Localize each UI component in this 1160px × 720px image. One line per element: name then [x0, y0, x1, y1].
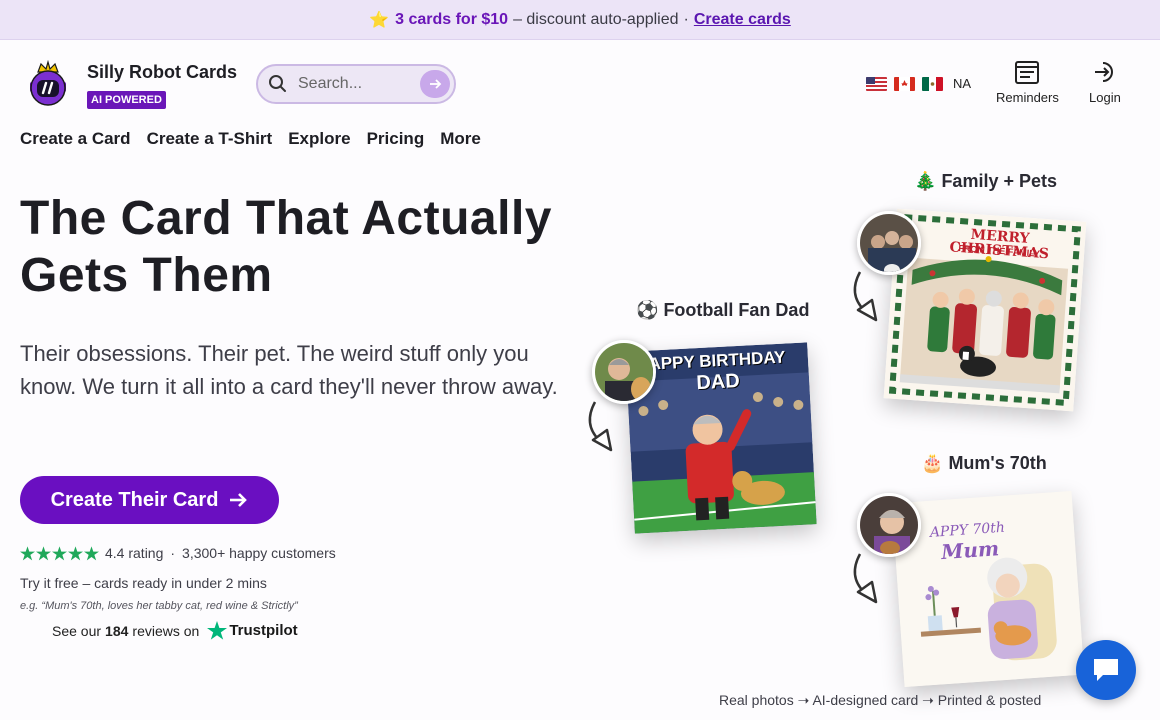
search-box — [256, 64, 456, 104]
example-title: Mum's 70th — [948, 453, 1047, 473]
region-label[interactable]: NA — [953, 76, 971, 91]
robot-logo-icon[interactable] — [25, 59, 71, 108]
process-note: Real photos ➝ AI-designed card ➝ Printed… — [719, 692, 1042, 708]
reminders-label: Reminders — [996, 90, 1059, 105]
example-label-family: 🎄 Family + Pets — [914, 171, 1057, 192]
nav-create-card[interactable]: Create a Card — [20, 129, 131, 149]
search-input[interactable] — [298, 75, 413, 93]
example-prompt: e.g. “Mum's 70th, loves her tabby cat, r… — [20, 600, 298, 612]
rating-row: 4.4 rating · 3,300+ happy customers — [20, 545, 336, 561]
search-submit-button[interactable] — [420, 70, 450, 98]
trustpilot-post: reviews on — [132, 622, 200, 639]
cta-label: Create Their Card — [50, 488, 219, 511]
example-label-football: ⚽ Football Fan Dad — [636, 300, 809, 321]
rating-star-icon — [84, 545, 99, 560]
region-selector[interactable]: NA — [866, 76, 971, 91]
trustpilot-count: 184 — [105, 622, 129, 639]
hero-subtitle: Their obsessions. Their pet. The weird s… — [20, 341, 558, 399]
trustpilot-pre: See our — [52, 622, 102, 639]
promo-deal: 3 cards for $10 — [395, 10, 509, 28]
family-photo-avatar — [857, 211, 921, 275]
calendar-icon — [1015, 61, 1040, 84]
example-title: Football Fan Dad — [663, 300, 810, 320]
rating-value: 4.4 rating — [105, 545, 164, 561]
curved-arrow-icon — [853, 553, 878, 604]
try-free-text: Try it free – cards ready in under 2 min… — [20, 575, 267, 591]
football-icon: ⚽ — [636, 300, 659, 320]
nav-create-tshirt[interactable]: Create a T-Shirt — [147, 129, 273, 149]
mum-card-subheading: Mum — [940, 536, 1000, 565]
arrow-right-icon — [230, 493, 248, 507]
rating-separator: · — [170, 545, 176, 561]
rating-star-icon — [52, 545, 67, 560]
trustpilot-star-icon — [207, 621, 228, 640]
trustpilot-logo: Trustpilot — [207, 621, 298, 640]
login-icon — [1094, 62, 1113, 82]
main-nav: Create a Card Create a T-Shirt Explore P… — [20, 129, 481, 149]
mum-photo-avatar — [857, 493, 921, 557]
example-title: Family + Pets — [941, 171, 1057, 191]
rating-star-icon — [68, 545, 83, 560]
nav-more[interactable]: More — [440, 129, 481, 149]
tree-icon: 🎄 — [914, 171, 937, 191]
chat-bubble-icon — [1094, 659, 1118, 681]
example-label-mum: 🎂 Mum's 70th — [921, 453, 1047, 474]
customer-count: 3,300+ happy customers — [182, 545, 336, 561]
promo-banner: ⭐ 3 cards for $10 – discount auto-applie… — [0, 0, 1160, 40]
rating-stars — [20, 545, 99, 561]
login-label: Login — [1089, 90, 1121, 105]
search-icon — [269, 75, 286, 92]
curved-arrow-icon — [588, 401, 613, 452]
us-flag-icon[interactable] — [866, 76, 887, 91]
rating-star-icon — [20, 545, 35, 560]
canada-flag-icon[interactable] — [894, 76, 915, 91]
mexico-flag-icon[interactable] — [922, 76, 943, 91]
trustpilot-reviews-link[interactable]: See our 184 reviews on Trustpilot — [52, 621, 298, 640]
ai-powered-badge: AI POWERED — [87, 91, 166, 109]
nav-explore[interactable]: Explore — [288, 129, 350, 149]
login-button[interactable]: Login — [1089, 59, 1121, 105]
promo-separator: · — [683, 10, 689, 28]
reminders-button[interactable]: Reminders — [996, 59, 1059, 105]
hero-title: The Card That Actually Gets Them — [20, 192, 552, 302]
star-icon: ⭐ — [369, 11, 390, 29]
trustpilot-brand: Trustpilot — [229, 622, 298, 639]
arrow-right-icon — [430, 79, 442, 89]
chat-widget-button[interactable] — [1076, 640, 1136, 700]
dad-photo-avatar — [592, 340, 656, 404]
curved-arrow-icon — [853, 271, 878, 322]
nav-pricing[interactable]: Pricing — [367, 129, 425, 149]
cake-icon: 🎂 — [921, 453, 944, 473]
promo-text: – discount auto-applied — [513, 10, 679, 28]
create-their-card-button[interactable]: Create Their Card — [20, 476, 279, 524]
rating-star-icon — [36, 545, 51, 560]
brand-name[interactable]: Silly Robot Cards — [87, 62, 237, 83]
promo-create-cards-link[interactable]: Create cards — [694, 11, 791, 29]
site-header: Silly Robot Cards AI POWERED NA Reminder… — [0, 41, 1160, 125]
